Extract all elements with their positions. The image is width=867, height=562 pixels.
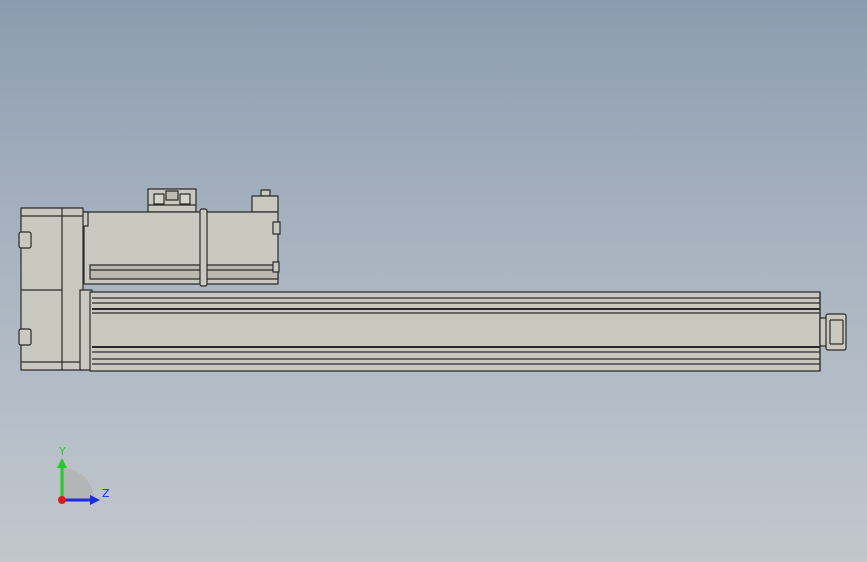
z-axis-arrow [90,495,100,505]
z-axis-label: Z [102,487,110,500]
motor-body [79,208,281,287]
encoder-cap [251,189,279,213]
cad-viewport[interactable]: Y Z [0,0,867,562]
rod-end [819,313,847,351]
actuator-rail [89,291,821,372]
actuator-model [18,188,847,372]
motor-connector [147,188,197,213]
triad-quadrant-shading [62,468,94,500]
y-axis-arrow [57,458,67,468]
y-axis-label: Y [58,445,66,458]
orientation-triad: Y Z [57,445,110,505]
x-axis-dot [58,496,66,504]
motor-mount-plate [18,207,84,371]
